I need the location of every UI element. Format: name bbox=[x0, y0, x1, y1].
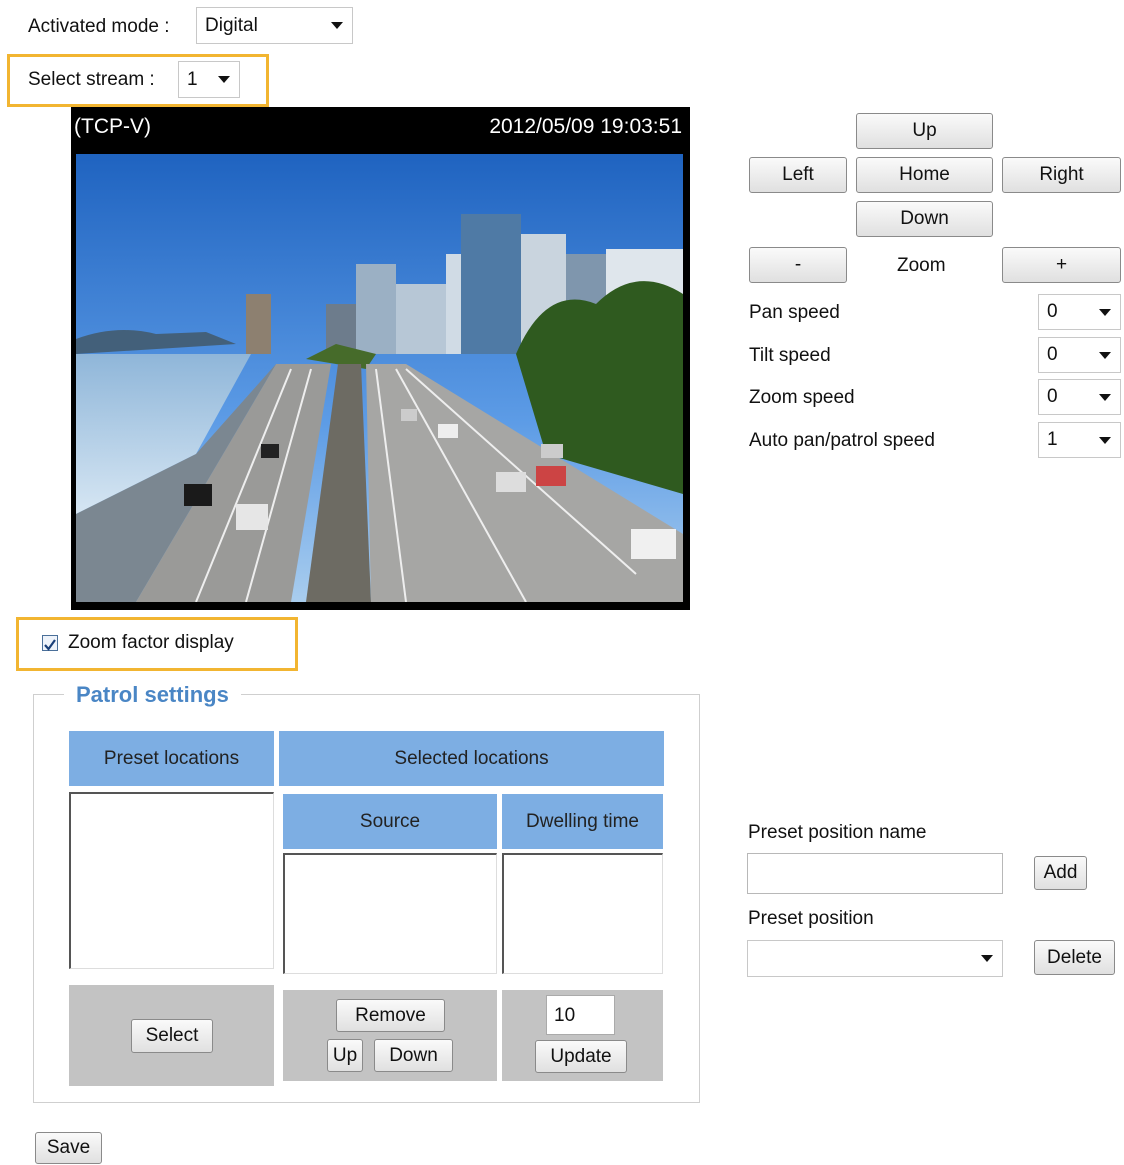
ptz-right-button[interactable]: Right bbox=[1002, 157, 1121, 193]
patrol-settings-title: Patrol settings bbox=[64, 684, 241, 706]
dwelling-time-list[interactable] bbox=[502, 853, 663, 974]
select-stream-select[interactable]: 1 bbox=[178, 61, 240, 98]
zoom-speed-value: 0 bbox=[1047, 386, 1058, 407]
chevron-down-icon bbox=[331, 22, 343, 29]
source-list[interactable] bbox=[283, 853, 497, 974]
activated-mode-select[interactable]: Digital bbox=[196, 7, 353, 44]
preset-locations-list[interactable] bbox=[69, 792, 274, 969]
chevron-down-icon bbox=[1099, 436, 1111, 444]
chevron-down-icon bbox=[981, 955, 993, 962]
zoom-speed-label: Zoom speed bbox=[749, 387, 855, 408]
add-button[interactable]: Add bbox=[1034, 856, 1087, 890]
dwelling-time-value: 10 bbox=[554, 1005, 576, 1026]
zoom-factor-label: Zoom factor display bbox=[68, 632, 234, 653]
chevron-down-icon bbox=[1099, 351, 1111, 359]
zoom-speed-select[interactable]: 0 bbox=[1038, 379, 1121, 415]
preset-name-label: Preset position name bbox=[748, 822, 927, 843]
video-protocol: (TCP-V) bbox=[74, 115, 151, 138]
auto-pan-speed-label: Auto pan/patrol speed bbox=[749, 430, 935, 451]
ptz-left-button[interactable]: Left bbox=[749, 157, 847, 193]
auto-pan-speed-value: 1 bbox=[1047, 429, 1058, 450]
preset-locations-header: Preset locations bbox=[69, 731, 274, 786]
selected-locations-header: Selected locations bbox=[279, 731, 664, 786]
move-down-button[interactable]: Down bbox=[374, 1039, 453, 1072]
checkmark-icon bbox=[44, 639, 56, 651]
auto-pan-speed-select[interactable]: 1 bbox=[1038, 422, 1121, 458]
update-button[interactable]: Update bbox=[535, 1040, 627, 1073]
camera-view-illustration bbox=[76, 154, 683, 602]
pan-speed-select[interactable]: 0 bbox=[1038, 294, 1121, 330]
ptz-up-button[interactable]: Up bbox=[856, 113, 993, 149]
select-stream-label: Select stream : bbox=[28, 69, 155, 90]
video-frame bbox=[71, 150, 690, 610]
remove-button[interactable]: Remove bbox=[336, 999, 445, 1032]
chevron-down-icon bbox=[218, 76, 230, 83]
video-timestamp: 2012/05/09 19:03:51 bbox=[489, 115, 682, 138]
preset-name-input[interactable] bbox=[747, 853, 1003, 894]
zoom-in-button[interactable]: + bbox=[1002, 247, 1121, 283]
dwelling-time-header: Dwelling time bbox=[502, 794, 663, 849]
save-button[interactable]: Save bbox=[35, 1132, 102, 1164]
pan-speed-label: Pan speed bbox=[749, 302, 840, 323]
zoom-label: Zoom bbox=[897, 255, 946, 276]
preset-position-select[interactable] bbox=[747, 940, 1003, 977]
ptz-home-button[interactable]: Home bbox=[856, 157, 993, 193]
activated-mode-label: Activated mode : bbox=[28, 16, 170, 37]
pan-speed-value: 0 bbox=[1047, 301, 1058, 322]
tilt-speed-value: 0 bbox=[1047, 344, 1058, 365]
chevron-down-icon bbox=[1099, 308, 1111, 316]
zoom-factor-checkbox[interactable] bbox=[42, 635, 58, 651]
ptz-down-button[interactable]: Down bbox=[856, 201, 993, 237]
delete-button[interactable]: Delete bbox=[1034, 940, 1115, 975]
tilt-speed-label: Tilt speed bbox=[749, 345, 831, 366]
source-header: Source bbox=[283, 794, 497, 849]
select-stream-value: 1 bbox=[187, 68, 198, 90]
move-up-button[interactable]: Up bbox=[327, 1039, 363, 1072]
tilt-speed-select[interactable]: 0 bbox=[1038, 337, 1121, 373]
live-video-image[interactable] bbox=[76, 154, 683, 602]
select-button[interactable]: Select bbox=[131, 1019, 213, 1053]
chevron-down-icon bbox=[1099, 393, 1111, 401]
video-status-bar: (TCP-V) 2012/05/09 19:03:51 bbox=[71, 107, 690, 150]
activated-mode-value: Digital bbox=[205, 14, 258, 36]
zoom-out-button[interactable]: - bbox=[749, 247, 847, 283]
dwelling-time-input[interactable]: 10 bbox=[546, 995, 615, 1035]
preset-position-label: Preset position bbox=[748, 908, 874, 929]
